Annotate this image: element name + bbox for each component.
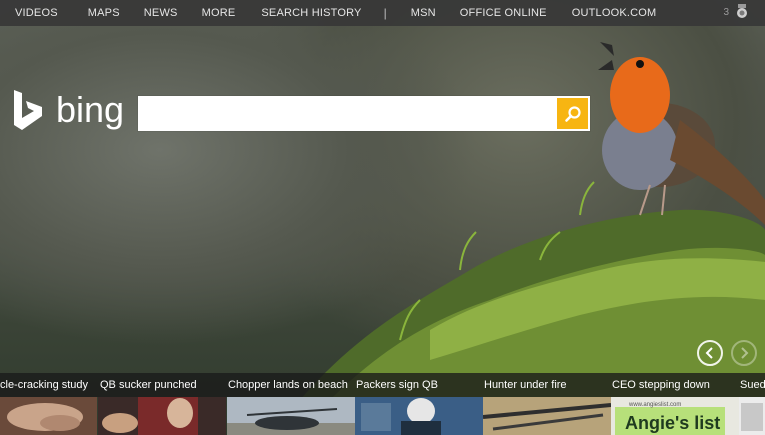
news-tile-study[interactable]: cle-cracking study	[0, 373, 97, 435]
news-caption: QB sucker punched	[100, 379, 197, 391]
nav-msn[interactable]: MSN	[411, 7, 436, 19]
hero-background	[0, 0, 765, 435]
news-caption: Chopper lands on beach	[228, 379, 348, 391]
search-input[interactable]	[138, 96, 564, 129]
carousel-next-button[interactable]	[731, 340, 757, 366]
news-tile-chopper[interactable]: Chopper lands on beach	[227, 373, 355, 435]
news-thumbnail	[98, 397, 226, 435]
rewards-area[interactable]: 3	[723, 4, 749, 20]
nav-maps[interactable]: MAPS	[88, 7, 120, 19]
nav-office-online[interactable]: OFFICE ONLINE	[460, 7, 547, 19]
chevron-right-icon	[741, 347, 749, 359]
news-thumbnail	[227, 397, 355, 435]
news-caption: cle-cracking study	[0, 379, 89, 391]
bing-b-icon	[14, 90, 42, 130]
news-thumbnail	[355, 397, 483, 435]
robin-scene-image	[300, 42, 765, 435]
nav-separator: |	[383, 6, 387, 20]
rewards-medal-icon[interactable]	[735, 4, 749, 20]
angies-list-url-text: www.angieslist.com	[628, 402, 681, 408]
nav-more[interactable]: MORE	[202, 7, 236, 19]
nav-outlook[interactable]: OUTLOOK.COM	[572, 7, 657, 19]
nav-news[interactable]: NEWS	[144, 7, 178, 19]
search-button[interactable]	[557, 98, 588, 129]
news-thumbnail	[0, 397, 97, 435]
search-icon	[564, 105, 581, 122]
news-thumbnail	[483, 397, 611, 435]
news-tile-sued[interactable]: Sued	[739, 373, 765, 435]
news-tile-hunter[interactable]: Hunter under fire	[483, 373, 611, 435]
rewards-count: 3	[723, 6, 729, 18]
carousel-prev-button[interactable]	[697, 340, 723, 366]
nav-search-history[interactable]: SEARCH HISTORY	[261, 7, 361, 19]
news-caption: Packers sign QB	[356, 379, 438, 391]
chevron-left-icon	[705, 347, 713, 359]
news-tile-packers[interactable]: Packers sign QB	[355, 373, 483, 435]
news-thumbnail: Angie's list www.angieslist.com	[611, 397, 739, 435]
news-tile-qb-punched[interactable]: QB sucker punched	[98, 373, 226, 435]
nav-videos[interactable]: VIDEOS	[15, 7, 58, 19]
top-navigation-bar: VIDEOS MAPS NEWS MORE SEARCH HISTORY | M…	[0, 0, 765, 26]
bing-logo[interactable]: bing	[10, 88, 124, 132]
news-caption: Hunter under fire	[484, 379, 567, 391]
news-strip: cle-cracking study QB sucker punched Cho…	[0, 373, 765, 435]
news-caption: Sued	[740, 379, 765, 391]
news-tile-ceo[interactable]: CEO stepping down Angie's list www.angie…	[611, 373, 739, 435]
angies-list-logo-text: Angie's list	[625, 413, 720, 433]
news-caption: CEO stepping down	[612, 379, 710, 391]
bing-wordmark: bing	[56, 89, 125, 130]
news-thumbnail	[739, 397, 765, 435]
search-box	[138, 96, 590, 131]
